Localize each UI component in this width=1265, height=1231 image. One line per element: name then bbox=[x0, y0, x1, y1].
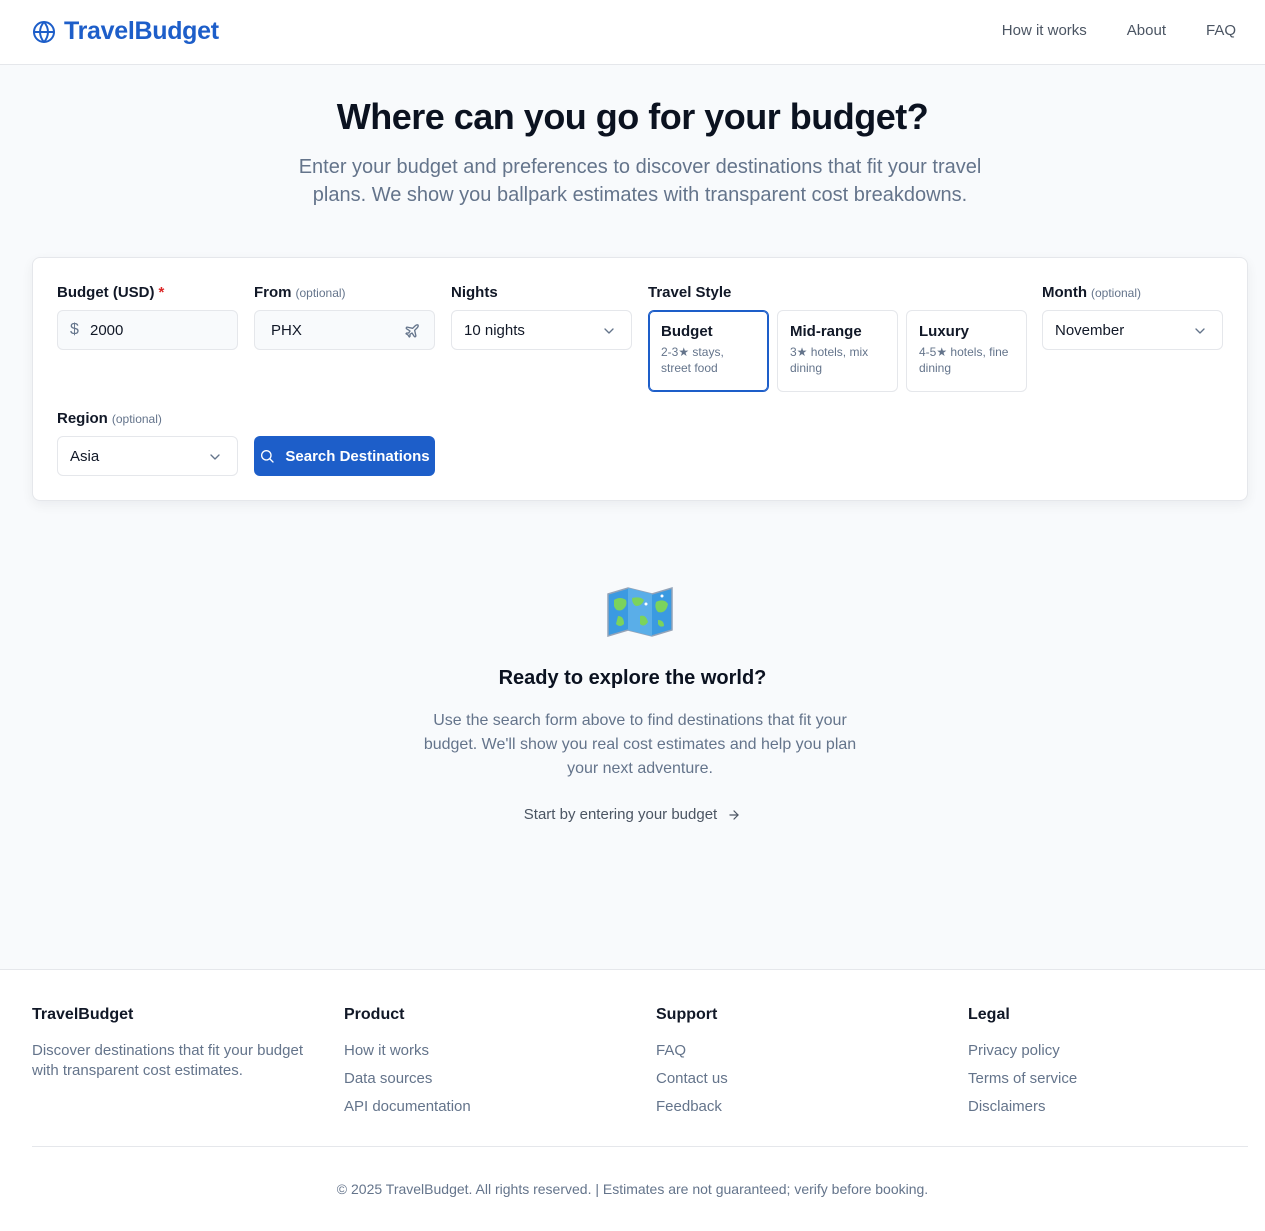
empty-state-text: Use the search form above to find destin… bbox=[423, 712, 857, 777]
footer-support-col: Support FAQ Contact us Feedback bbox=[656, 1006, 728, 1125]
footer-column-title: Legal bbox=[968, 1006, 1010, 1023]
region-value: Asia bbox=[70, 447, 100, 465]
style-option-desc: 3★ hotels, mix dining bbox=[790, 345, 869, 375]
search-icon bbox=[259, 448, 275, 464]
region-label-text: Region bbox=[57, 410, 108, 427]
budget-label-text: Budget (USD) bbox=[57, 284, 155, 301]
optional-tag: (optional) bbox=[295, 286, 346, 300]
chevron-down-icon bbox=[601, 323, 617, 339]
hero-subtitle: Enter your budget and preferences to dis… bbox=[298, 156, 982, 206]
budget-value: 2000 bbox=[90, 321, 124, 339]
style-option-title: Luxury bbox=[919, 323, 970, 340]
start-budget-link[interactable]: Start by entering your budget bbox=[0, 806, 1265, 823]
style-option-budget[interactable]: Budget 2-3★ stays, street food bbox=[648, 310, 769, 392]
search-form-card: Budget (USD) * $ 2000 From (optional) PH… bbox=[32, 257, 1248, 501]
month-label: Month (optional) bbox=[1042, 284, 1223, 304]
footer-link-feedback[interactable]: Feedback bbox=[656, 1097, 728, 1117]
from-label: From (optional) bbox=[254, 284, 435, 304]
style-option-luxury[interactable]: Luxury 4-5★ hotels, fine dining bbox=[906, 310, 1027, 392]
required-mark: * bbox=[158, 284, 165, 301]
month-value: November bbox=[1055, 321, 1125, 339]
main-nav: How it works About FAQ bbox=[1002, 22, 1236, 39]
region-select[interactable]: Asia bbox=[57, 436, 238, 476]
copyright-text: © 2025 TravelBudget. All rights reserved… bbox=[336, 1181, 929, 1197]
footer-link-how-it-works[interactable]: How it works bbox=[344, 1041, 471, 1061]
footer-column-title: Support bbox=[656, 1006, 718, 1023]
nights-field: Nights 10 nights bbox=[451, 284, 632, 350]
style-option-title: Mid-range bbox=[790, 323, 862, 340]
month-field: Month (optional) November bbox=[1042, 284, 1223, 350]
arrow-right-icon bbox=[727, 808, 741, 822]
dollar-icon: $ bbox=[70, 321, 79, 338]
footer-divider bbox=[32, 1146, 1248, 1147]
travel-style-heading: Travel Style bbox=[648, 284, 732, 301]
from-field: From (optional) PHX bbox=[254, 284, 435, 350]
site-footer: TravelBudget Discover destinations that … bbox=[0, 969, 1265, 1231]
start-budget-link-label: Start by entering your budget bbox=[523, 806, 718, 823]
footer-link-disclaimers[interactable]: Disclaimers bbox=[968, 1097, 1077, 1117]
nav-faq[interactable]: FAQ bbox=[1206, 22, 1236, 39]
optional-tag: (optional) bbox=[1090, 286, 1142, 300]
airplane-icon bbox=[404, 323, 420, 339]
site-header: TravelBudget How it works About FAQ bbox=[0, 0, 1265, 65]
region-field: Region (optional) Asia bbox=[57, 410, 238, 476]
nights-value: 10 nights bbox=[464, 321, 525, 339]
world-map-icon bbox=[606, 586, 674, 638]
hero-title: Where can you go for your budget? bbox=[336, 96, 929, 137]
optional-tag: (optional) bbox=[111, 412, 162, 426]
footer-link-faq[interactable]: FAQ bbox=[656, 1041, 728, 1061]
search-destinations-button[interactable]: Search Destinations bbox=[254, 436, 435, 476]
style-option-title: Budget bbox=[661, 323, 713, 340]
chevron-down-icon bbox=[207, 449, 223, 465]
footer-legal-col: Legal Privacy policy Terms of service Di… bbox=[968, 1006, 1077, 1125]
nav-about[interactable]: About bbox=[1127, 22, 1166, 39]
nights-select[interactable]: 10 nights bbox=[451, 310, 632, 350]
nights-label: Nights bbox=[451, 284, 498, 301]
footer-brand-col: TravelBudget Discover destinations that … bbox=[32, 1006, 322, 1081]
globe-icon bbox=[32, 20, 56, 44]
footer-link-privacy-policy[interactable]: Privacy policy bbox=[968, 1041, 1077, 1061]
footer-link-api-documentation[interactable]: API documentation bbox=[344, 1097, 471, 1117]
from-input[interactable]: PHX bbox=[254, 310, 435, 350]
footer-brand: TravelBudget bbox=[32, 1006, 134, 1023]
region-label: Region (optional) bbox=[57, 410, 238, 430]
style-option-desc: 2-3★ stays, street food bbox=[661, 345, 724, 375]
from-value: PHX bbox=[271, 321, 302, 339]
budget-input[interactable]: $ 2000 bbox=[57, 310, 238, 350]
footer-tagline: Discover destinations that fit your budg… bbox=[32, 1042, 303, 1079]
footer-column-title: Product bbox=[344, 1006, 405, 1023]
footer-link-data-sources[interactable]: Data sources bbox=[344, 1069, 471, 1089]
search-button-label: Search Destinations bbox=[285, 447, 430, 465]
footer-link-contact-us[interactable]: Contact us bbox=[656, 1069, 728, 1089]
empty-state-title: Ready to explore the world? bbox=[498, 667, 767, 689]
from-label-text: From bbox=[254, 284, 292, 301]
style-option-mid-range[interactable]: Mid-range 3★ hotels, mix dining bbox=[777, 310, 898, 392]
style-option-desc: 4-5★ hotels, fine dining bbox=[919, 345, 1009, 375]
nav-how-it-works[interactable]: How it works bbox=[1002, 22, 1087, 39]
month-label-text: Month bbox=[1042, 284, 1087, 301]
chevron-down-icon bbox=[1192, 323, 1208, 339]
month-select[interactable]: November bbox=[1042, 310, 1223, 350]
budget-field: Budget (USD) * $ 2000 bbox=[57, 284, 238, 350]
travel-style-options: Budget 2-3★ stays, street food Mid-range… bbox=[648, 310, 1027, 392]
budget-label: Budget (USD) * bbox=[57, 284, 238, 304]
footer-link-terms-of-service[interactable]: Terms of service bbox=[968, 1069, 1077, 1089]
footer-product-col: Product How it works Data sources API do… bbox=[344, 1006, 471, 1125]
brand-name: TravelBudget bbox=[64, 17, 219, 45]
brand-logo-link[interactable]: TravelBudget bbox=[32, 17, 219, 46]
